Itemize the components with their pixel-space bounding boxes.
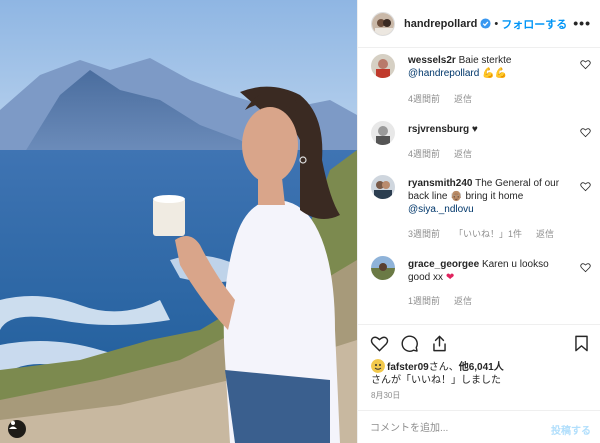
comment-mention[interactable]: @siya._ndlovu	[408, 204, 474, 215]
follow-button[interactable]: フォローする	[501, 16, 567, 32]
comment-mention[interactable]: @handrepollard	[408, 68, 479, 79]
comment-like-heart-icon[interactable]	[580, 59, 591, 70]
comment-meta: 4週間前 返信	[408, 92, 472, 105]
user-tag-button[interactable]	[8, 420, 26, 438]
liker-avatar[interactable]	[371, 359, 385, 373]
header-separator: •	[494, 17, 499, 30]
verified-badge-icon	[480, 18, 491, 29]
share-icon[interactable]	[430, 334, 449, 353]
reply-button[interactable]: 返信	[536, 227, 554, 240]
author-avatar[interactable]	[371, 11, 395, 36]
comment-username[interactable]: grace_georgee	[408, 259, 479, 270]
likes-summary: fafster09さん、他6,041人 さんが「いいね！」しました	[371, 359, 596, 387]
comment-input[interactable]	[370, 419, 535, 437]
likes-text-1: さん、	[428, 362, 459, 373]
comment-like-heart-icon[interactable]	[580, 262, 591, 273]
post-header: handrepollard • フォローする •••	[358, 0, 600, 48]
comment-username[interactable]: rsjvrensburg	[408, 124, 469, 135]
commenter-avatar[interactable]	[371, 121, 395, 145]
comment-icon[interactable]	[400, 334, 419, 353]
reply-button[interactable]: 返信	[454, 294, 472, 307]
liker-username[interactable]: fafster09	[387, 362, 429, 373]
post-actions-bar	[358, 324, 600, 360]
post-side-panel: handrepollard • フォローする ••• wessels2r Bai…	[357, 0, 600, 443]
comment-time[interactable]: 3週間前	[408, 227, 440, 240]
comment-meta: 3週間前 「いいね！」1件 返信	[408, 227, 554, 240]
user-tag-icon	[9, 421, 17, 429]
comment-meta: 4週間前 返信	[408, 147, 472, 160]
comment-time[interactable]: 4週間前	[408, 92, 440, 105]
comment-message-continued: bring it home	[465, 191, 524, 202]
commenter-avatar[interactable]	[371, 256, 395, 280]
comment-emoji: 👴🏽	[450, 191, 463, 202]
comment-emoji: ❤	[445, 272, 455, 283]
comment-text: wessels2r Baie sterkte @handrepollard 💪💪	[408, 54, 568, 80]
post-photo[interactable]	[0, 0, 357, 443]
more-options-button[interactable]: •••	[573, 15, 591, 31]
photo-scene	[0, 0, 357, 443]
commenter-avatar[interactable]	[371, 175, 395, 199]
commenter-avatar[interactable]	[371, 54, 395, 78]
comment-likes-count[interactable]: 「いいね！」1件	[454, 227, 522, 240]
likes-text-2: さんが「いいね！」しました	[371, 375, 501, 386]
comment-username[interactable]: ryansmith240	[408, 178, 472, 189]
bookmark-icon[interactable]	[572, 334, 591, 353]
comment-like-heart-icon[interactable]	[580, 181, 591, 192]
comment-text: ryansmith240 The General of our back lin…	[408, 177, 568, 216]
comment-text: grace_georgee Karen u lookso good xx ❤	[408, 258, 568, 284]
reply-button[interactable]: 返信	[454, 147, 472, 160]
comment-time[interactable]: 4週間前	[408, 147, 440, 160]
add-comment-bar: 投稿する	[358, 410, 600, 443]
likes-count-link[interactable]: 他6,041人	[459, 362, 504, 373]
like-heart-icon[interactable]	[370, 334, 389, 353]
comment-list[interactable]: wessels2r Baie sterkte @handrepollard 💪💪…	[358, 49, 600, 324]
comment-text: rsjvrensburg ♥	[408, 123, 568, 136]
comment-time[interactable]: 1週間前	[408, 294, 440, 307]
comment-emoji: ♥	[471, 124, 478, 135]
post-date[interactable]: 8月30日	[371, 390, 400, 401]
comment-like-heart-icon[interactable]	[580, 127, 591, 138]
post-comment-button[interactable]: 投稿する	[551, 422, 591, 437]
comment-message: Baie sterkte	[458, 55, 512, 66]
reply-button[interactable]: 返信	[454, 92, 472, 105]
comment-emoji: 💪💪	[482, 68, 507, 79]
comment-meta: 1週間前 返信	[408, 294, 472, 307]
comment-username[interactable]: wessels2r	[408, 55, 456, 66]
author-username[interactable]: handrepollard	[404, 18, 477, 30]
